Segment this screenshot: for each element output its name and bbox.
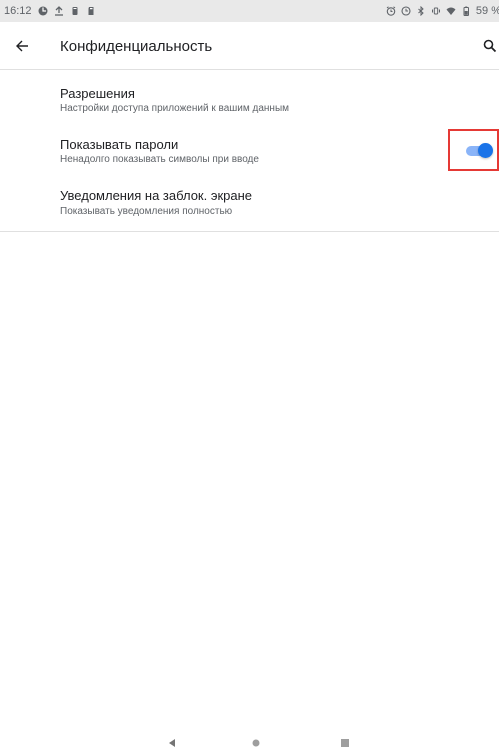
toggle-thumb <box>478 143 493 158</box>
status-left: 16:12 <box>4 5 96 17</box>
battery-icon <box>461 6 471 16</box>
setting-item-lockscreen-notifications[interactable]: Уведомления на заблок. экране Показывать… <box>0 180 499 232</box>
show-passwords-toggle[interactable] <box>466 143 493 158</box>
triangle-back-icon <box>167 738 177 748</box>
setting-title: Показывать пароли <box>60 137 179 152</box>
nav-back-button[interactable] <box>163 735 181 751</box>
back-button[interactable] <box>8 32 36 60</box>
setting-title: Разрешения <box>60 86 135 101</box>
upload-icon <box>54 6 64 16</box>
setting-item-show-passwords[interactable]: Показывать пароли Ненадолго показывать с… <box>0 129 499 181</box>
circle-home-icon <box>251 738 261 748</box>
clock-icon <box>401 6 411 16</box>
status-time: 16:12 <box>4 5 32 17</box>
storage-icon <box>70 6 80 16</box>
search-icon <box>483 39 497 53</box>
page-title: Конфиденциальность <box>60 38 213 55</box>
setting-subtitle: Показывать уведомления полностью <box>60 206 233 217</box>
wifi-icon <box>446 6 456 16</box>
setting-subtitle: Настройки доступа приложений к вашим дан… <box>60 103 290 114</box>
settings-list: Разрешения Настройки доступа приложений … <box>0 70 499 232</box>
setting-title: Уведомления на заблок. экране <box>60 188 253 203</box>
nav-recents-button[interactable] <box>336 735 354 751</box>
setting-item-permissions[interactable]: Разрешения Настройки доступа приложений … <box>0 78 499 130</box>
status-right: 59 % <box>386 0 499 22</box>
search-button[interactable] <box>479 34 499 58</box>
status-bar: 16:12 59 % <box>0 0 499 22</box>
sd-card-icon <box>86 6 96 16</box>
navigation-bar <box>0 731 499 756</box>
vibrate-icon <box>431 6 441 16</box>
bluetooth-icon <box>416 6 426 16</box>
battery-percent: 59 % <box>475 5 499 17</box>
arrow-back-icon <box>15 39 29 53</box>
app-bar: Конфиденциальность <box>0 22 499 70</box>
setting-subtitle: Ненадолго показывать символы при вводе <box>60 154 259 165</box>
square-recents-icon <box>340 738 350 748</box>
nav-home-button[interactable] <box>247 735 265 751</box>
app-notification-icon <box>38 6 48 16</box>
alarm-icon <box>386 6 396 16</box>
